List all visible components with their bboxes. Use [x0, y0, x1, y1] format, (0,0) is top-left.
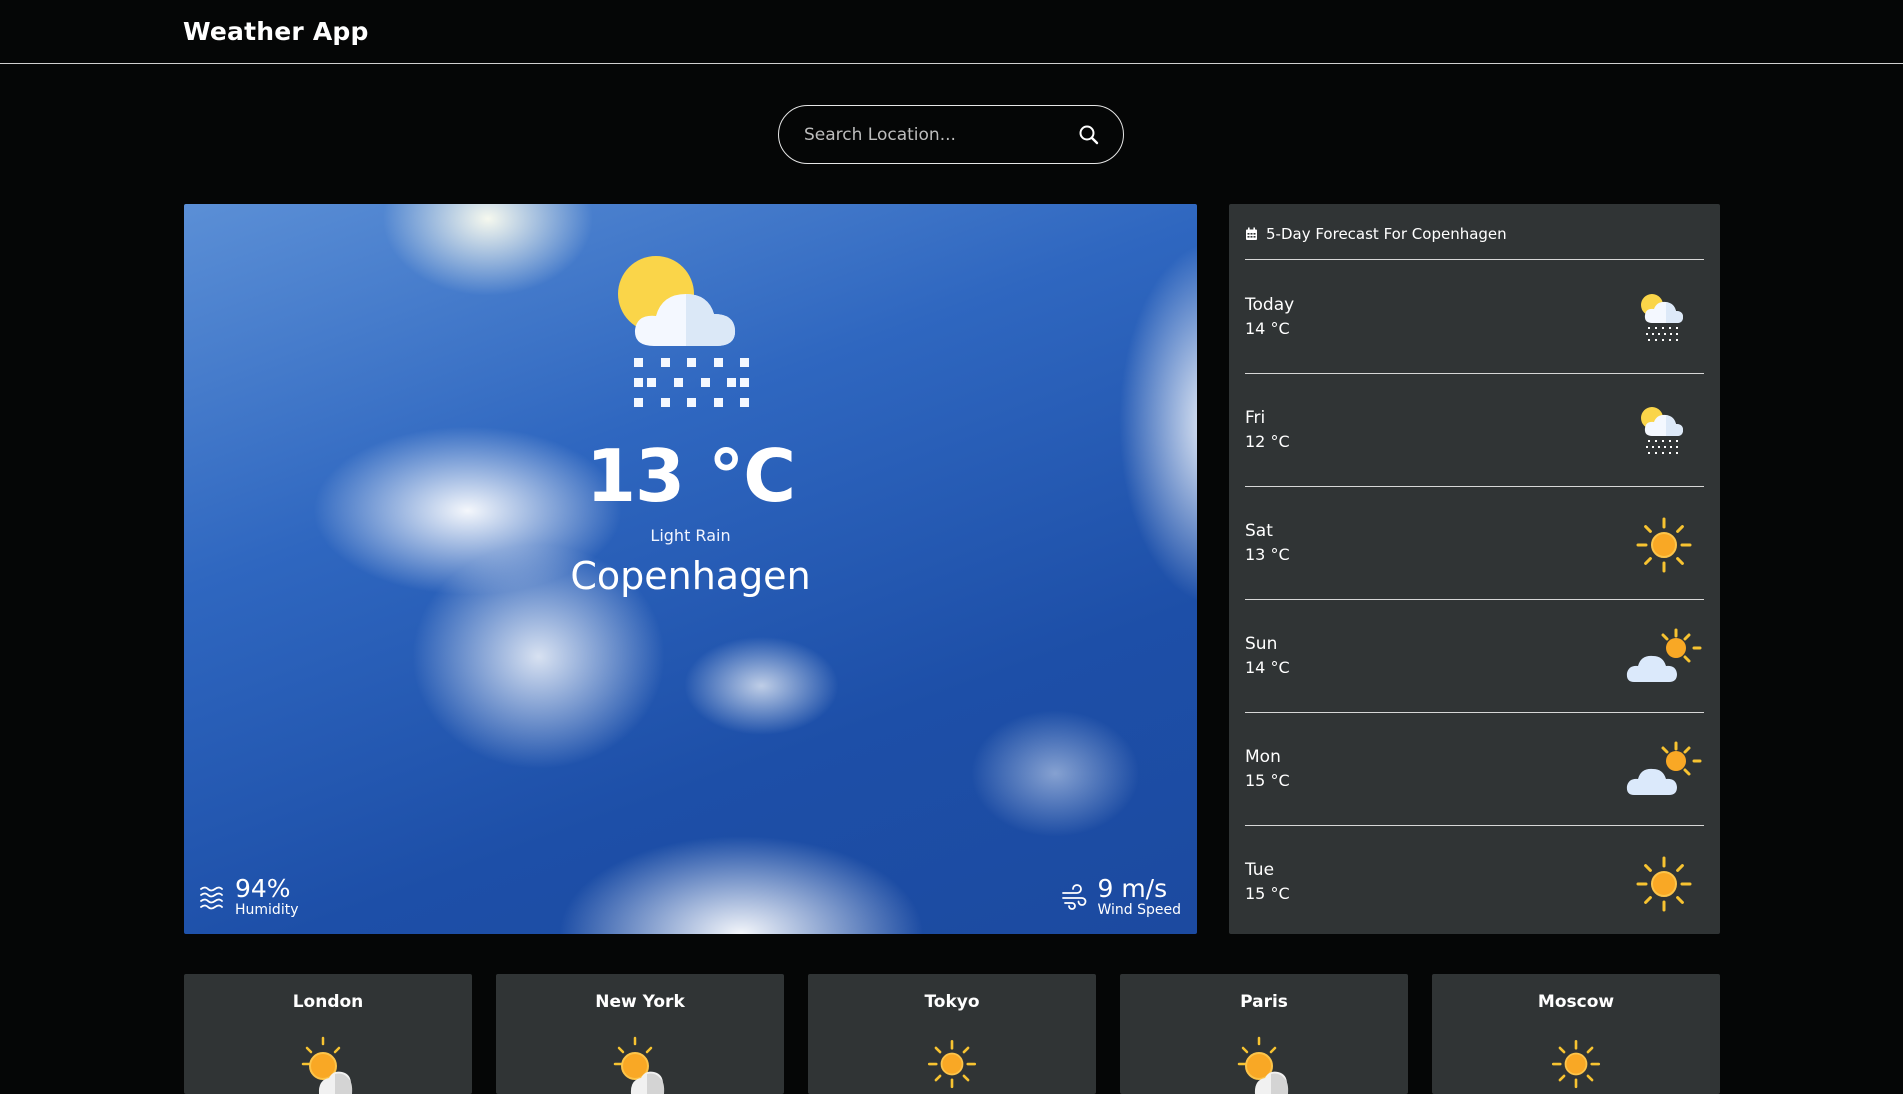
- sun-icon: [1541, 1034, 1611, 1094]
- wind-stat: 9 m/s Wind Speed: [1061, 876, 1181, 918]
- city-card-name: Paris: [1240, 992, 1288, 1012]
- weather-condition: Light Rain: [650, 526, 731, 545]
- city-card-name: Tokyo: [924, 992, 980, 1012]
- sun-icon: [1624, 852, 1704, 916]
- search-bar[interactable]: [778, 105, 1124, 164]
- current-weather-card: 13 °C Light Rain Copenhagen 94% Humidity: [184, 204, 1197, 934]
- city-card-name: Moscow: [1537, 992, 1615, 1012]
- partly-cloudy-snow-icon: [1624, 287, 1704, 351]
- forecast-day: Sat: [1245, 521, 1273, 541]
- partly-cloudy-snow-icon: [1624, 400, 1704, 464]
- current-city-name: Copenhagen: [570, 554, 811, 598]
- sun-cloud-icon: [1229, 1034, 1299, 1094]
- forecast-temp: 14 °C: [1245, 319, 1290, 338]
- city-card-paris[interactable]: Paris: [1120, 974, 1408, 1094]
- sun-icon: [917, 1034, 987, 1094]
- forecast-row-sun: Sun 14 °C: [1245, 600, 1704, 713]
- app-title: Weather App: [183, 17, 369, 46]
- forecast-temp: 12 °C: [1245, 432, 1290, 451]
- forecast-temp: 15 °C: [1245, 884, 1290, 903]
- humidity-stat: 94% Humidity: [199, 876, 298, 918]
- forecast-temp: 14 °C: [1245, 658, 1290, 677]
- forecast-title: 5-Day Forecast For Copenhagen: [1266, 225, 1507, 243]
- city-card-new-york[interactable]: New York: [496, 974, 784, 1094]
- cloud-sun-icon: [1624, 739, 1704, 803]
- forecast-header: 5-Day Forecast For Copenhagen: [1245, 220, 1704, 260]
- humidity-label: Humidity: [235, 902, 299, 918]
- calendar-icon: [1246, 227, 1257, 240]
- city-card-name: New York: [595, 992, 685, 1012]
- city-card-london[interactable]: London: [184, 974, 472, 1094]
- city-card-tokyo[interactable]: Tokyo: [808, 974, 1096, 1094]
- humidity-icon: [200, 886, 223, 910]
- forecast-row-tue: Tue 15 °C: [1245, 826, 1704, 939]
- current-temperature: 13 °C: [585, 434, 796, 518]
- sun-cloud-icon: [293, 1034, 363, 1094]
- cloud-sun-icon: [1624, 626, 1704, 690]
- search-icon[interactable]: [1077, 123, 1101, 147]
- top-navbar: Weather App: [0, 0, 1903, 64]
- sun-icon: [1624, 513, 1704, 577]
- forecast-row-fri: Fri 12 °C: [1245, 374, 1704, 487]
- city-card-name: London: [292, 992, 364, 1012]
- sun-cloud-icon: [605, 1034, 675, 1094]
- forecast-row-today: Today 14 °C: [1245, 261, 1704, 374]
- forecast-temp: 13 °C: [1245, 545, 1290, 564]
- forecast-temp: 15 °C: [1245, 771, 1290, 790]
- forecast-panel: 5-Day Forecast For Copenhagen Today 14 °…: [1229, 204, 1720, 934]
- forecast-day: Sun: [1245, 634, 1278, 654]
- forecast-row-sat: Sat 13 °C: [1245, 487, 1704, 600]
- search-input[interactable]: [804, 124, 1077, 145]
- wind-label: Wind Speed: [1097, 902, 1181, 918]
- forecast-day: Mon: [1245, 747, 1281, 767]
- wind-value: 9 m/s: [1097, 874, 1168, 903]
- forecast-day: Tue: [1245, 860, 1275, 880]
- partly-cloudy-rain-icon: [618, 256, 749, 407]
- wind-icon: [1062, 884, 1087, 910]
- forecast-row-mon: Mon 15 °C: [1245, 713, 1704, 826]
- city-card-moscow[interactable]: Moscow: [1432, 974, 1720, 1094]
- humidity-value: 94%: [235, 874, 291, 903]
- forecast-day: Fri: [1245, 408, 1266, 428]
- forecast-day: Today: [1245, 295, 1295, 315]
